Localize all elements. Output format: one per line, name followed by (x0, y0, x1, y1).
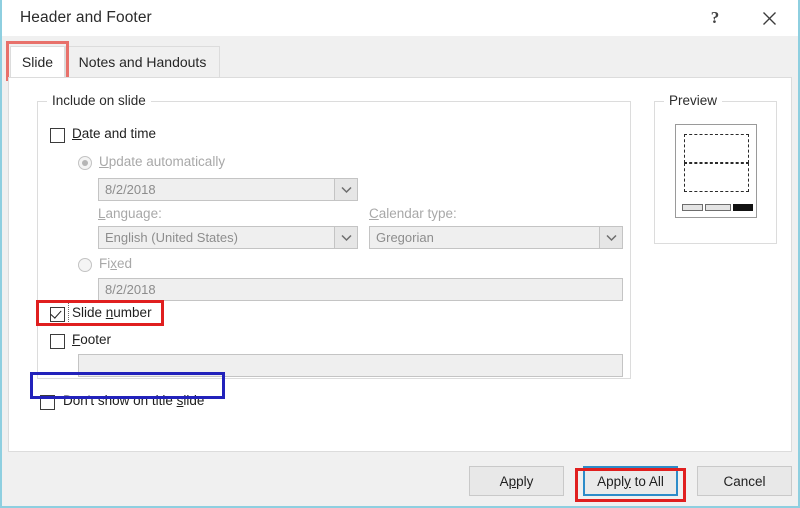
preview-footer-bar (705, 204, 731, 211)
title-placeholder-outline (684, 134, 749, 163)
date-and-time-label: Date and time (72, 126, 157, 141)
cancel-button[interactable]: Cancel (697, 466, 792, 496)
dialog-footer: Apply Apply to All Cancel (2, 452, 798, 506)
help-icon[interactable]: ? (692, 0, 738, 36)
preview-group-label: Preview (664, 93, 723, 108)
include-on-slide-group-label: Include on slide (47, 93, 151, 108)
chevron-down-icon[interactable] (599, 227, 622, 248)
tab-notes-and-handouts-label: Notes and Handouts (78, 54, 207, 70)
header-and-footer-dialog: Header and Footer ? Slide Notes and Hand… (0, 0, 800, 508)
update-automatically-label: Update automatically (99, 154, 226, 169)
apply-button-label: Apply (499, 473, 534, 489)
date-format-value: 8/2/2018 (105, 182, 156, 197)
preview-slide-number-bar (733, 204, 753, 211)
calendar-type-combobox[interactable]: Gregorian (369, 226, 623, 249)
tab-slide[interactable]: Slide (10, 46, 65, 78)
tab-strip: Slide Notes and Handouts (2, 36, 798, 78)
cancel-button-label: Cancel (723, 473, 766, 489)
footer-label: Footer (72, 332, 112, 347)
language-value: English (United States) (105, 230, 238, 245)
fixed-date-value: 8/2/2018 (105, 282, 156, 297)
date-and-time-checkbox[interactable] (50, 128, 65, 143)
dialog-titlebar: Header and Footer ? (2, 0, 798, 37)
include-on-slide-group: Include on slide Date and time Update au… (37, 93, 631, 379)
chevron-down-icon[interactable] (334, 227, 357, 248)
update-automatically-radio[interactable] (78, 156, 92, 170)
dialog-content: Include on slide Date and time Update au… (8, 77, 792, 452)
apply-to-all-button-label: Apply to All (597, 473, 664, 489)
slide-number-label: Slide number (72, 305, 152, 320)
calendar-type-value: Gregorian (376, 230, 434, 245)
language-combobox[interactable]: English (United States) (98, 226, 358, 249)
preview-group: Preview (654, 93, 777, 244)
slide-preview-thumbnail (675, 124, 757, 218)
chevron-down-icon[interactable] (334, 179, 357, 200)
footer-checkbox[interactable] (50, 334, 65, 349)
date-format-combobox[interactable]: 8/2/2018 (98, 178, 358, 201)
dont-show-on-title-slide-checkbox[interactable] (40, 395, 55, 410)
dont-show-on-title-slide-label: Don't show on title slide (63, 393, 205, 408)
close-icon[interactable] (746, 0, 792, 36)
apply-button[interactable]: Apply (469, 466, 564, 496)
slide-number-checkbox[interactable] (50, 307, 65, 322)
fixed-label: Fixed (99, 256, 133, 271)
footer-text-input[interactable] (78, 354, 623, 377)
body-placeholder-outline (684, 163, 749, 192)
dialog-title: Header and Footer (20, 9, 152, 26)
fixed-date-input[interactable]: 8/2/2018 (98, 278, 623, 301)
tab-slide-label: Slide (21, 54, 54, 70)
tab-notes-and-handouts[interactable]: Notes and Handouts (65, 46, 220, 78)
apply-to-all-button[interactable]: Apply to All (583, 466, 678, 496)
calendar-type-label: Calendar type: (369, 206, 457, 221)
preview-date-bar (682, 204, 703, 211)
language-label: Language: (98, 206, 162, 221)
fixed-radio[interactable] (78, 258, 92, 272)
